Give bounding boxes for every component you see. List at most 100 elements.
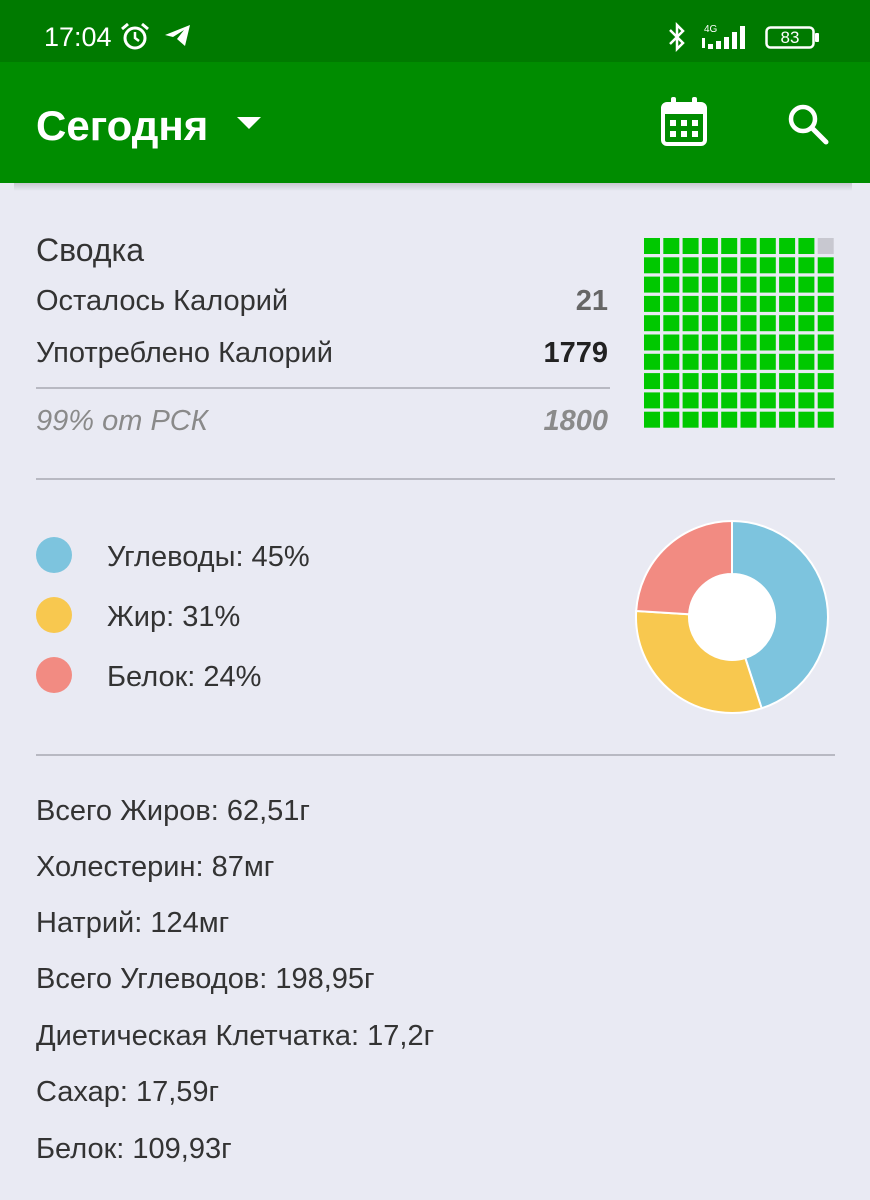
calories-remaining-value: 21 — [575, 285, 608, 317]
grid-cell-filled — [740, 392, 757, 409]
fat-label: Жир: 31% — [107, 601, 241, 633]
grid-cell-filled — [721, 315, 738, 332]
calorie-grid — [644, 238, 834, 428]
grid-cell-filled — [701, 373, 718, 390]
grid-cell-filled — [721, 257, 738, 274]
protein-dot — [36, 657, 72, 693]
grid-cell-filled — [701, 276, 718, 293]
nutrient-cholesterol: Холестерин: 87мг — [36, 851, 275, 883]
grid-cell-filled — [682, 411, 699, 428]
grid-cell-filled — [779, 411, 796, 428]
grid-cell-filled — [740, 276, 757, 293]
goal-percent-label: 99% от РСК — [36, 405, 208, 437]
grid-cell-filled — [644, 295, 660, 312]
app-bar: Сегодня — [0, 62, 870, 183]
grid-cell-filled — [644, 373, 660, 390]
grid-cell-filled — [682, 276, 699, 293]
grid-cell-filled — [663, 295, 680, 312]
grid-cell-filled — [779, 353, 796, 370]
grid-cell-filled — [759, 257, 776, 274]
grid-cell-empty — [817, 238, 834, 254]
grid-cell-filled — [644, 334, 660, 351]
grid-cell-filled — [644, 353, 660, 370]
nutrient-protein: Белок: 109,93г — [36, 1133, 232, 1165]
grid-cell-filled — [644, 276, 660, 293]
grid-cell-filled — [817, 276, 834, 293]
grid-cell-filled — [798, 411, 815, 428]
summary-divider — [36, 387, 610, 389]
grid-cell-filled — [721, 238, 738, 254]
grid-cell-filled — [759, 353, 776, 370]
grid-cell-filled — [682, 373, 699, 390]
section-divider — [36, 478, 835, 480]
grid-cell-filled — [701, 315, 718, 332]
grid-cell-filled — [740, 334, 757, 351]
calendar-icon[interactable] — [660, 96, 708, 153]
grid-cell-filled — [779, 238, 796, 254]
alarm-icon — [118, 22, 152, 57]
carbs-label: Углеводы: 45% — [107, 541, 310, 573]
grid-cell-filled — [740, 411, 757, 428]
fat-dot — [36, 597, 72, 633]
grid-cell-filled — [663, 315, 680, 332]
grid-cell-filled — [740, 238, 757, 254]
grid-cell-filled — [663, 411, 680, 428]
carbs-dot — [36, 537, 72, 573]
grid-cell-filled — [759, 411, 776, 428]
grid-cell-filled — [759, 373, 776, 390]
grid-cell-filled — [798, 373, 815, 390]
donut-hole — [689, 574, 775, 660]
grid-cell-filled — [663, 373, 680, 390]
grid-cell-filled — [759, 238, 776, 254]
grid-cell-filled — [682, 315, 699, 332]
grid-cell-filled — [798, 257, 815, 274]
grid-cell-filled — [740, 315, 757, 332]
grid-cell-filled — [682, 353, 699, 370]
grid-cell-filled — [759, 334, 776, 351]
grid-cell-filled — [779, 392, 796, 409]
nutrient-sodium: Натрий: 124мг — [36, 907, 230, 939]
grid-cell-filled — [817, 315, 834, 332]
status-time: 17:04 — [44, 22, 112, 52]
goal-calories-value: 1800 — [543, 405, 608, 437]
grid-cell-filled — [817, 257, 834, 274]
grid-cell-filled — [798, 276, 815, 293]
grid-cell-filled — [817, 334, 834, 351]
grid-cell-filled — [779, 295, 796, 312]
nutrient-total-fat: Всего Жиров: 62,51г — [36, 795, 310, 827]
status-bar: 17:04 4G 83 — [0, 0, 870, 62]
summary-title: Сводка — [36, 232, 145, 268]
grid-cell-filled — [682, 392, 699, 409]
grid-cell-filled — [817, 373, 834, 390]
grid-cell-filled — [721, 295, 738, 312]
grid-cell-filled — [798, 334, 815, 351]
nutrient-fiber: Диетическая Клетчатка: 17,2г — [36, 1020, 435, 1052]
calories-consumed-value: 1779 — [543, 337, 608, 369]
grid-cell-filled — [663, 276, 680, 293]
dropdown-caret-icon[interactable] — [236, 115, 262, 136]
grid-cell-filled — [644, 257, 660, 274]
grid-cell-filled — [701, 238, 718, 254]
grid-cell-filled — [817, 411, 834, 428]
grid-cell-filled — [701, 257, 718, 274]
grid-cell-filled — [682, 238, 699, 254]
grid-cell-filled — [663, 353, 680, 370]
grid-cell-filled — [759, 315, 776, 332]
grid-cell-filled — [721, 334, 738, 351]
grid-cell-filled — [701, 334, 718, 351]
grid-cell-filled — [740, 373, 757, 390]
macro-donut-chart — [635, 519, 829, 714]
grid-cell-filled — [817, 353, 834, 370]
grid-cell-filled — [644, 392, 660, 409]
grid-cell-filled — [701, 295, 718, 312]
search-icon[interactable] — [786, 102, 830, 151]
grid-cell-filled — [779, 334, 796, 351]
nutrient-sugar: Сахар: 17,59г — [36, 1076, 220, 1108]
grid-cell-filled — [644, 238, 660, 254]
calories-remaining-label: Осталось Калорий — [36, 285, 289, 317]
grid-cell-filled — [740, 295, 757, 312]
date-selector[interactable]: Сегодня — [36, 102, 208, 150]
nutrient-total-carbs: Всего Углеводов: 198,95г — [36, 963, 375, 995]
grid-cell-filled — [798, 353, 815, 370]
telegram-icon — [164, 24, 192, 53]
